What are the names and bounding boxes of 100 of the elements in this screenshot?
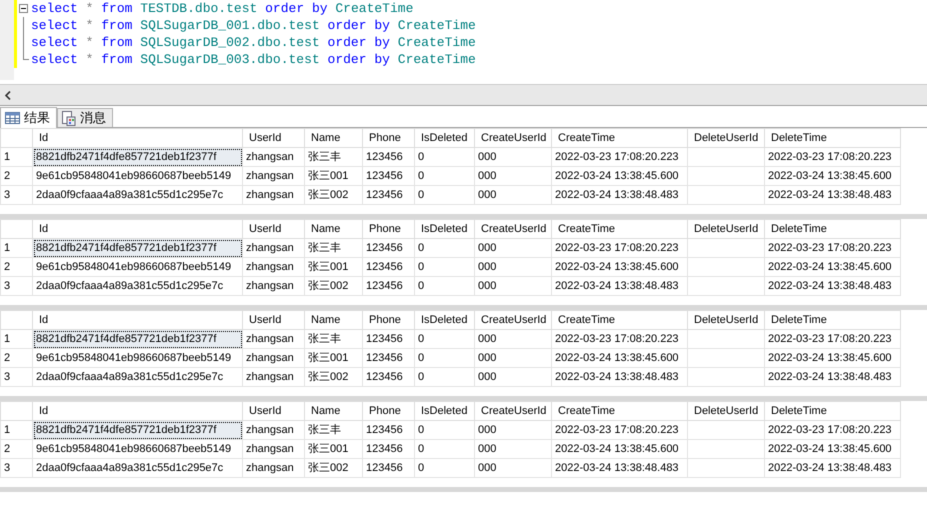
table-cell: 123456 — [362, 148, 414, 166]
table-cell: 2022-03-24 13:38:45.600 — [764, 258, 900, 276]
table-cell[interactable]: 9e61cb95848041eb98660687beeb5149 — [32, 258, 242, 276]
table-cell: 0 — [414, 420, 474, 440]
table-cell: 123456 — [362, 330, 414, 348]
document-icon — [62, 110, 76, 126]
table-cell[interactable]: 8821dfb2471f4dfe857721deb1f2377f — [32, 148, 242, 166]
table-cell: 2022-03-24 13:38:48.483 — [552, 458, 688, 478]
table-cell: 2022-03-23 17:08:20.223 — [764, 330, 900, 348]
column-header[interactable]: CreateUserId — [474, 128, 552, 148]
table-cell: 123456 — [362, 258, 414, 276]
table-cell: 张三002 — [304, 458, 362, 478]
table-cell: 000 — [474, 186, 552, 204]
table-cell: 0 — [414, 440, 474, 458]
table-cell: zhangsan — [242, 166, 304, 186]
column-header[interactable]: IsDeleted — [414, 310, 474, 330]
table-cell: 000 — [474, 440, 552, 458]
column-header[interactable]: DeleteTime — [764, 220, 900, 238]
table-cell: 2022-03-23 17:08:20.223 — [552, 238, 688, 258]
table-cell: 2022-03-23 17:08:20.223 — [552, 148, 688, 166]
column-header[interactable]: Id — [32, 220, 242, 238]
table-cell: 123456 — [362, 440, 414, 458]
table-cell[interactable]: 2daa0f9cfaaa4a89a381c55d1c295e7c — [32, 186, 242, 204]
table-cell: 2022-03-23 17:08:20.223 — [552, 420, 688, 440]
table-cell: 123456 — [362, 238, 414, 258]
column-header[interactable]: UserId — [242, 220, 304, 238]
table-cell[interactable]: 9e61cb95848041eb98660687beeb5149 — [32, 440, 242, 458]
grid-icon — [5, 112, 20, 124]
table-cell: zhangsan — [242, 368, 304, 386]
scroll-left-icon[interactable] — [5, 90, 11, 100]
column-header[interactable]: Phone — [362, 402, 414, 420]
result-tab[interactable]: 结果 — [0, 107, 57, 128]
column-header[interactable]: DeleteTime — [764, 402, 900, 420]
table-cell: 2022-03-24 13:38:45.600 — [552, 166, 688, 186]
table-cell[interactable]: 8821dfb2471f4dfe857721deb1f2377f — [32, 330, 242, 348]
column-header[interactable]: Name — [304, 220, 362, 238]
table-cell: 0 — [414, 258, 474, 276]
table-cell: 张三001 — [304, 440, 362, 458]
table-cell[interactable]: 2daa0f9cfaaa4a89a381c55d1c295e7c — [32, 368, 242, 386]
column-header[interactable]: CreateTime — [552, 128, 688, 148]
table-cell[interactable]: 2daa0f9cfaaa4a89a381c55d1c295e7c — [32, 458, 242, 478]
table-cell: 张三001 — [304, 166, 362, 186]
table-cell: zhangsan — [242, 458, 304, 478]
table-cell: 2022-03-24 13:38:48.483 — [552, 276, 688, 296]
column-header[interactable]: IsDeleted — [414, 128, 474, 148]
table-cell[interactable]: 2daa0f9cfaaa4a89a381c55d1c295e7c — [32, 276, 242, 296]
table-cell: 123456 — [362, 368, 414, 386]
table-cell[interactable]: 8821dfb2471f4dfe857721deb1f2377f — [32, 420, 242, 440]
column-header[interactable]: CreateUserId — [474, 310, 552, 330]
row-number: 3 — [0, 368, 32, 386]
table-cell: 2022-03-23 17:08:20.223 — [764, 238, 900, 258]
table-cell: 0 — [414, 368, 474, 386]
table-cell: 0 — [414, 238, 474, 258]
table-cell: 张三丰 — [304, 330, 362, 348]
table-cell: 2022-03-24 13:38:45.600 — [764, 440, 900, 458]
column-header[interactable]: DeleteUserId — [688, 402, 764, 420]
table-cell: 2022-03-24 13:38:48.483 — [764, 186, 900, 204]
table-cell: 000 — [474, 420, 552, 440]
column-header[interactable]: CreateUserId — [474, 220, 552, 238]
table-cell[interactable]: 9e61cb95848041eb98660687beeb5149 — [32, 348, 242, 368]
column-header[interactable]: Phone — [362, 128, 414, 148]
table-cell: 张三丰 — [304, 148, 362, 166]
row-number: 2 — [0, 440, 32, 458]
column-header[interactable]: CreateTime — [552, 220, 688, 238]
column-header[interactable]: DeleteTime — [764, 310, 900, 330]
column-header[interactable]: Name — [304, 402, 362, 420]
column-header[interactable]: IsDeleted — [414, 220, 474, 238]
table-cell: 张三002 — [304, 368, 362, 386]
table-cell[interactable]: 8821dfb2471f4dfe857721deb1f2377f — [32, 238, 242, 258]
column-header[interactable]: Phone — [362, 310, 414, 330]
table-cell: 0 — [414, 186, 474, 204]
column-header[interactable]: DeleteUserId — [688, 310, 764, 330]
table-cell: 2022-03-24 13:38:48.483 — [552, 368, 688, 386]
table-cell: 2022-03-24 13:38:48.483 — [552, 186, 688, 204]
column-header[interactable]: CreateTime — [552, 310, 688, 330]
column-header[interactable]: Id — [32, 310, 242, 330]
table-cell: 2022-03-24 13:38:48.483 — [764, 276, 900, 296]
column-header[interactable]: Id — [32, 128, 242, 148]
column-header[interactable]: CreateUserId — [474, 402, 552, 420]
horizontal-scrollbar[interactable] — [0, 84, 927, 106]
column-header[interactable]: Phone — [362, 220, 414, 238]
code-line: select * from SQLSugarDB_003.dbo.test order by CreateTime — [31, 51, 476, 68]
column-header[interactable]: UserId — [242, 128, 304, 148]
column-header[interactable]: UserId — [242, 310, 304, 330]
column-header[interactable]: DeleteTime — [764, 128, 900, 148]
table-cell[interactable]: 9e61cb95848041eb98660687beeb5149 — [32, 166, 242, 186]
column-header[interactable]: DeleteUserId — [688, 220, 764, 238]
column-header[interactable]: Name — [304, 310, 362, 330]
column-header[interactable]: Id — [32, 402, 242, 420]
column-header[interactable]: CreateTime — [552, 402, 688, 420]
table-cell: 0 — [414, 166, 474, 186]
table-cell: 0 — [414, 330, 474, 348]
column-header[interactable]: IsDeleted — [414, 402, 474, 420]
column-header[interactable]: UserId — [242, 402, 304, 420]
code-line: select * from SQLSugarDB_002.dbo.test order by CreateTime — [31, 34, 476, 51]
result-tab[interactable]: 消息 — [57, 108, 113, 127]
table-cell: 123456 — [362, 348, 414, 368]
column-header[interactable]: Name — [304, 128, 362, 148]
table-cell: 2022-03-24 13:38:48.483 — [764, 458, 900, 478]
column-header[interactable]: DeleteUserId — [688, 128, 764, 148]
